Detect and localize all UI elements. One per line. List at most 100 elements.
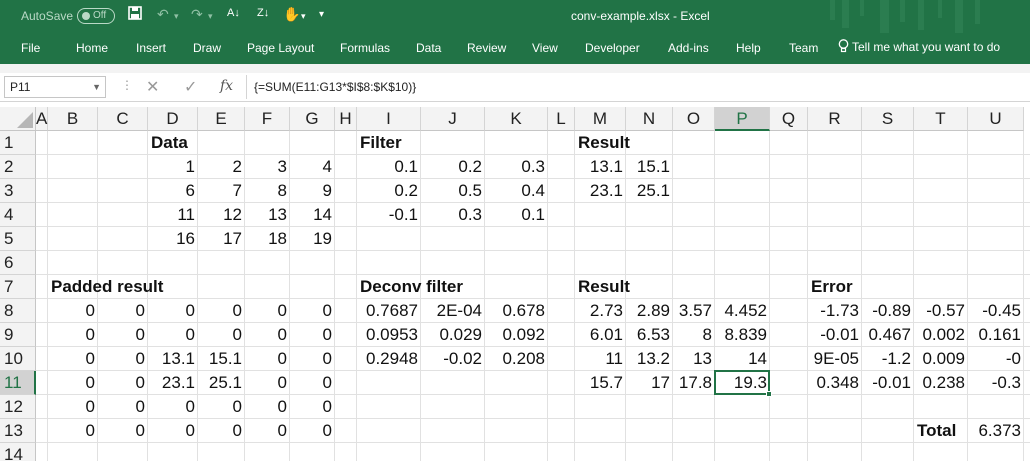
column-header-h[interactable]: H [335,107,357,131]
cell-i9[interactable]: 0.0953 [357,323,421,347]
cell-i3[interactable]: 0.2 [357,179,421,203]
cell-j3[interactable]: 0.5 [421,179,485,203]
cell-m7[interactable]: Result [575,275,630,299]
row-header-2[interactable]: 2 [0,155,36,179]
cell-j9[interactable]: 0.029 [421,323,485,347]
tab-formulas[interactable]: Formulas [340,41,390,55]
cell-d3[interactable]: 6 [148,179,198,203]
cell-p10[interactable]: 14 [715,347,770,371]
cell-i2[interactable]: 0.1 [357,155,421,179]
cell-i4[interactable]: -0.1 [357,203,421,227]
column-header-a[interactable]: A [36,107,48,131]
cell-t9[interactable]: 0.002 [914,323,968,347]
cell-n8[interactable]: 2.89 [626,299,673,323]
cell-c11[interactable]: 0 [98,371,148,395]
column-header-b[interactable]: B [48,107,98,131]
cell-f10[interactable]: 0 [245,347,290,371]
row-header-3[interactable]: 3 [0,179,36,203]
cell-k9[interactable]: 0.092 [485,323,548,347]
column-header-m[interactable]: M [575,107,626,131]
cell-s10[interactable]: -1.2 [862,347,914,371]
cell-j8[interactable]: 2E-04 [421,299,485,323]
column-header-t[interactable]: T [914,107,968,131]
cell-o9[interactable]: 8 [673,323,715,347]
cell-c10[interactable]: 0 [98,347,148,371]
cell-d8[interactable]: 0 [148,299,198,323]
cell-g9[interactable]: 0 [290,323,335,347]
sort-descending-icon[interactable]: Z↓ [257,7,269,19]
tab-insert[interactable]: Insert [136,41,166,55]
row-header-10[interactable]: 10 [0,347,36,371]
tab-help[interactable]: Help [736,41,761,55]
cell-m2[interactable]: 13.1 [575,155,626,179]
column-header-k[interactable]: K [485,107,548,131]
cell-b13[interactable]: 0 [48,419,98,443]
row-header-12[interactable]: 12 [0,395,36,419]
fill-handle[interactable] [766,391,772,397]
cell-d10[interactable]: 13.1 [148,347,198,371]
cell-o8[interactable]: 3.57 [673,299,715,323]
cell-g4[interactable]: 14 [290,203,335,227]
cell-r8[interactable]: -1.73 [808,299,862,323]
cell-f9[interactable]: 0 [245,323,290,347]
tell-me-search[interactable]: Tell me what you want to do [838,39,1000,54]
cell-u13[interactable]: 6.373 [968,419,1024,443]
row-header-7[interactable]: 7 [0,275,36,299]
cell-e9[interactable]: 0 [198,323,245,347]
cell-k10[interactable]: 0.208 [485,347,548,371]
cell-t11[interactable]: 0.238 [914,371,968,395]
cell-f3[interactable]: 8 [245,179,290,203]
cell-s8[interactable]: -0.89 [862,299,914,323]
redo-dropdown-icon[interactable]: ▾ [208,11,213,22]
cell-n10[interactable]: 13.2 [626,347,673,371]
cell-m10[interactable]: 11 [575,347,626,371]
cell-b7[interactable]: Padded result [48,275,163,299]
cell-e5[interactable]: 17 [198,227,245,251]
cell-e12[interactable]: 0 [198,395,245,419]
cell-e10[interactable]: 15.1 [198,347,245,371]
column-header-n[interactable]: N [626,107,673,131]
row-header-6[interactable]: 6 [0,251,36,275]
cell-f2[interactable]: 3 [245,155,290,179]
cell-i7[interactable]: Deconv filter [357,275,463,299]
cell-j10[interactable]: -0.02 [421,347,485,371]
cell-m11[interactable]: 15.7 [575,371,626,395]
column-header-d[interactable]: D [148,107,198,131]
column-header-i[interactable]: I [357,107,421,131]
cell-o11[interactable]: 17.8 [673,371,715,395]
column-header-s[interactable]: S [862,107,914,131]
tab-page-layout[interactable]: Page Layout [247,41,314,55]
cell-g8[interactable]: 0 [290,299,335,323]
formula-bar-grip-icon[interactable]: ⋮ [121,78,133,92]
row-header-11[interactable]: 11 [0,371,36,395]
cell-m8[interactable]: 2.73 [575,299,626,323]
column-header-o[interactable]: O [673,107,715,131]
cell-s9[interactable]: 0.467 [862,323,914,347]
sort-ascending-icon[interactable]: A↓ [227,7,240,19]
cell-u9[interactable]: 0.161 [968,323,1024,347]
touch-mode-icon[interactable]: ✋ [283,6,300,23]
cell-g10[interactable]: 0 [290,347,335,371]
cell-f11[interactable]: 0 [245,371,290,395]
cell-k3[interactable]: 0.4 [485,179,548,203]
tab-file[interactable]: File [21,41,40,55]
row-header-1[interactable]: 1 [0,131,36,155]
column-header-c[interactable]: C [98,107,148,131]
cell-g3[interactable]: 9 [290,179,335,203]
tab-team[interactable]: Team [789,41,818,55]
tab-view[interactable]: View [532,41,558,55]
row-header-14[interactable]: 14 [0,443,36,461]
cell-u11[interactable]: -0.3 [968,371,1024,395]
cell-j2[interactable]: 0.2 [421,155,485,179]
cell-t10[interactable]: 0.009 [914,347,968,371]
cell-g2[interactable]: 4 [290,155,335,179]
cell-u8[interactable]: -0.45 [968,299,1024,323]
cell-c8[interactable]: 0 [98,299,148,323]
column-header-j[interactable]: J [421,107,485,131]
cell-d12[interactable]: 0 [148,395,198,419]
column-header-p[interactable]: P [715,107,770,131]
cell-f12[interactable]: 0 [245,395,290,419]
row-header-5[interactable]: 5 [0,227,36,251]
tab-developer[interactable]: Developer [585,41,640,55]
tab-draw[interactable]: Draw [193,41,221,55]
